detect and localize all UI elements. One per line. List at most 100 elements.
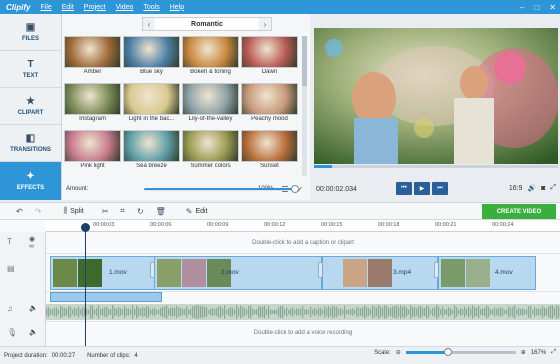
- video-image: [314, 28, 558, 164]
- effect-tile[interactable]: Instagram: [64, 83, 121, 123]
- music-track[interactable]: [46, 302, 560, 322]
- create-video-button[interactable]: CREATE VIDEO: [482, 204, 556, 219]
- menu-project[interactable]: Project: [84, 4, 106, 11]
- time-display: 00:00:02.034: [316, 186, 357, 193]
- ruler-tick: 00:00:21: [435, 222, 457, 228]
- split-button[interactable]: ⫼ Split: [63, 206, 83, 216]
- chevron-left-icon[interactable]: ‹: [143, 18, 155, 30]
- amount-label: Amount:: [66, 186, 89, 192]
- clip-sub-track[interactable]: [46, 292, 560, 302]
- clip-4[interactable]: 4.mov: [438, 256, 536, 290]
- effect-tile[interactable]: Pink light: [64, 130, 121, 170]
- scale-slider[interactable]: [405, 348, 516, 356]
- link-icon[interactable]: ∞: [29, 243, 34, 250]
- close-icon[interactable]: ✕: [549, 3, 556, 12]
- nav-effects[interactable]: ✦ EFFECTS: [0, 162, 61, 200]
- video-frame[interactable]: [314, 28, 558, 164]
- effect-thumbnail: [64, 130, 121, 162]
- effect-tile[interactable]: Sunset: [241, 130, 298, 170]
- amount-slider-knob[interactable]: [291, 184, 299, 193]
- effect-tile[interactable]: Lily-of-the-valley: [182, 83, 239, 123]
- voice-hint: Double-click to add a voice recording: [253, 330, 353, 336]
- delete-icon[interactable]: 🗑: [156, 207, 166, 216]
- snapshot-icon[interactable]: ◙: [541, 185, 545, 192]
- minimize-icon[interactable]: –: [520, 3, 524, 12]
- play-icon[interactable]: ▶: [414, 182, 430, 195]
- undo-icon[interactable]: ↶: [16, 207, 23, 216]
- menu-file[interactable]: File: [40, 4, 51, 11]
- zoom-in-icon[interactable]: ⊕: [521, 349, 526, 356]
- clip-label: 4.mov: [495, 269, 513, 276]
- time-ruler[interactable]: 00:00:0000:00:0300:00:0600:00:0900:00:12…: [46, 220, 560, 232]
- effect-tile[interactable]: Peachy mood: [241, 83, 298, 123]
- effect-thumbnail: [182, 36, 239, 68]
- scale-slider-knob[interactable]: [443, 348, 452, 356]
- ruler-tick: 00:00:12: [264, 222, 286, 228]
- nav-files[interactable]: ▣ FILES: [0, 14, 61, 51]
- clip-1[interactable]: 1.mov: [50, 256, 158, 290]
- voice-volume-icon[interactable]: 🔈: [29, 328, 38, 336]
- effect-tile[interactable]: Amber: [64, 36, 121, 76]
- effect-tile[interactable]: Dawn: [241, 36, 298, 76]
- effect-tile[interactable]: Blue sky: [123, 36, 180, 76]
- clip-2[interactable]: 2.mov: [154, 256, 322, 290]
- video-track-icon: ▤: [7, 264, 15, 273]
- status-bar: Project duration: 00:00:27 Number of cli…: [0, 346, 560, 364]
- nav-transitions[interactable]: ◧ TRANSITIONS: [0, 125, 61, 162]
- effect-tile[interactable]: Bokeh & toning: [182, 36, 239, 76]
- effect-thumbnail: [123, 36, 180, 68]
- nav-clipart[interactable]: ★ CLIPART: [0, 88, 61, 125]
- app-window: Clipify File Edit Project Video Tools He…: [0, 0, 560, 364]
- effect-thumbnail: [182, 83, 239, 115]
- previous-icon[interactable]: ⏮: [396, 182, 412, 195]
- zoom-out-icon[interactable]: ⊖: [396, 349, 401, 356]
- visibility-eye-icon[interactable]: ◉: [29, 235, 35, 243]
- amount-control: Amount: 100% ☰ ✓: [66, 182, 306, 196]
- chevron-right-icon[interactable]: ›: [259, 18, 271, 30]
- seek-bar[interactable]: [314, 165, 558, 168]
- video-track[interactable]: 1.mov 2.mov 3.mp4 4.mov: [46, 254, 560, 292]
- track-headers: T ◉ ∞ ▤ ♫ 🔈 🎙 🔈: [0, 232, 46, 346]
- nav-label: FILES: [21, 35, 39, 42]
- voice-track[interactable]: Double-click to add a voice recording: [46, 322, 560, 346]
- effect-label: Summer colors: [190, 163, 231, 169]
- clip-3[interactable]: 3.mp4: [322, 256, 438, 290]
- effect-label: Pink light: [80, 163, 105, 169]
- playhead[interactable]: [81, 223, 90, 346]
- nav-label: EFFECTS: [16, 184, 45, 191]
- crop-icon[interactable]: ⌗: [120, 206, 125, 216]
- clips-count-label: Number of clips:: [87, 352, 131, 359]
- menu-edit[interactable]: Edit: [62, 4, 74, 11]
- aspect-ratio[interactable]: 16:9: [509, 185, 523, 192]
- music-track-icon: ♫: [7, 304, 13, 313]
- rotate-icon[interactable]: ↻: [137, 207, 144, 216]
- effects-scrollbar[interactable]: [302, 36, 307, 176]
- fit-icon[interactable]: ⤢: [551, 349, 556, 356]
- menu-help[interactable]: Help: [170, 4, 184, 11]
- menu-video[interactable]: Video: [116, 4, 134, 11]
- caption-track[interactable]: Double-click to add a caption or clipart: [46, 232, 560, 254]
- effect-tile[interactable]: Sea breeze: [123, 130, 180, 170]
- clip-audio-bar[interactable]: [50, 292, 162, 302]
- menu-tools[interactable]: Tools: [143, 4, 159, 11]
- clips-count-value: 4: [134, 352, 138, 359]
- nav-text[interactable]: T TEXT: [0, 51, 61, 88]
- cut-icon[interactable]: ✂: [102, 207, 109, 216]
- effect-tile[interactable]: Light in the bac...: [123, 83, 180, 123]
- effect-label: Bokeh & toning: [190, 69, 231, 75]
- category-selector: ‹ Romantic ›: [142, 17, 272, 31]
- amount-slider[interactable]: [144, 184, 299, 193]
- maximize-icon[interactable]: □: [534, 3, 539, 12]
- effect-tile[interactable]: Summer colors: [182, 130, 239, 170]
- effect-thumbnail: [182, 130, 239, 162]
- edit-button[interactable]: ✎ Edit: [186, 207, 208, 216]
- volume-icon[interactable]: 🔊: [527, 184, 536, 192]
- next-icon[interactable]: ⏭: [432, 182, 448, 195]
- ruler-tick: 00:00:06: [150, 222, 172, 228]
- fullscreen-icon[interactable]: ⤢: [550, 184, 556, 192]
- redo-icon[interactable]: ↷: [35, 207, 42, 216]
- timeline: 00:00:0000:00:0300:00:0600:00:0900:00:12…: [0, 220, 560, 346]
- window-controls: – □ ✕: [520, 0, 556, 14]
- effects-panel: ‹ Romantic › Amber Blue sky Bokeh & toning…: [62, 14, 310, 200]
- music-volume-icon[interactable]: 🔈: [29, 304, 38, 312]
